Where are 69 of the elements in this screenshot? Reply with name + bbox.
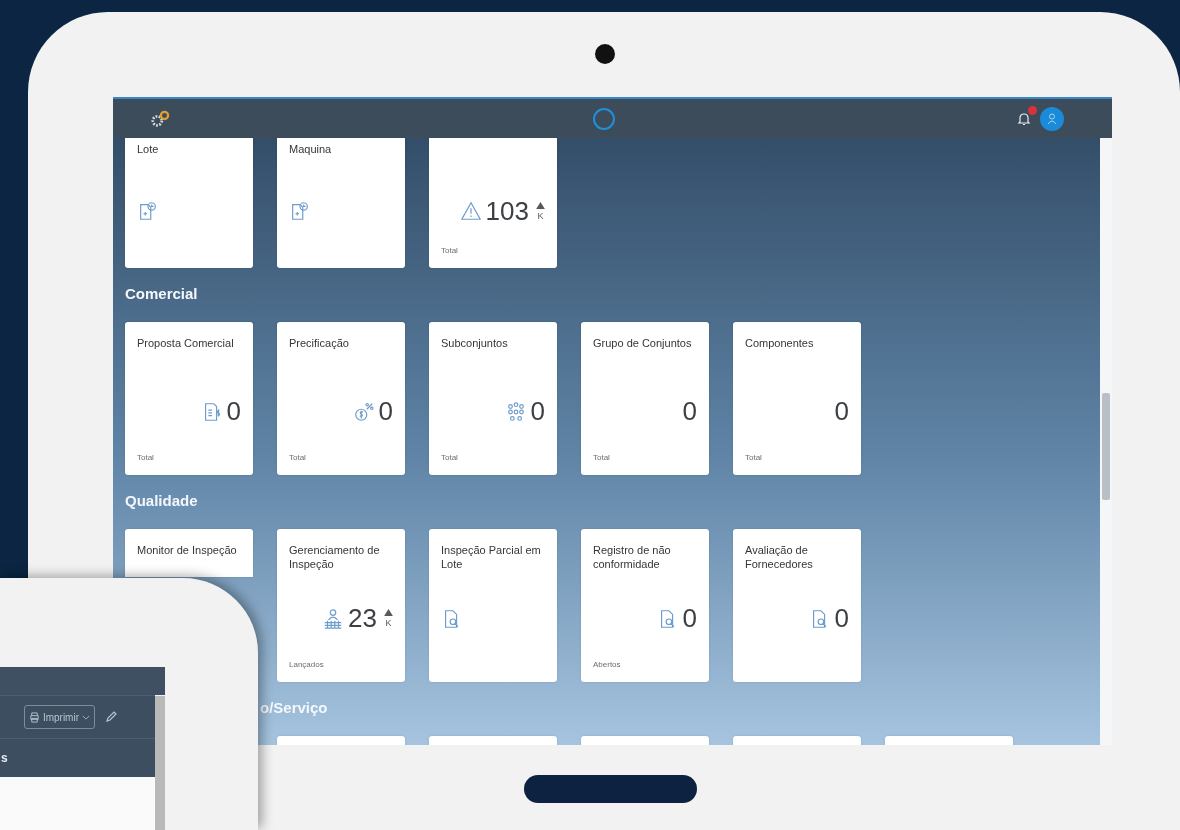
tile-footer: Total [441,453,458,462]
scrollbar-thumb[interactable] [1102,393,1110,500]
tile-number: 23 [348,603,377,634]
camera-dot [595,44,615,64]
tile-number: 0 [378,396,393,427]
section-heading: Comercial [125,284,198,302]
tile[interactable]: Componentes 0 Total [733,322,861,475]
tile-number: 0 [226,396,241,427]
tile[interactable] [277,736,405,745]
gear-logo-icon[interactable] [149,109,171,128]
tile[interactable]: Gerenciamento de Inspeção 23 K Lançados [277,529,405,682]
caret-icon [82,714,90,720]
section-heading: Qualidade [125,491,198,509]
tile-number: 0 [682,396,697,427]
tile[interactable]: Inspeção Parcial em Lote [429,529,557,682]
tile[interactable] [429,736,557,745]
tile-footer: Total [593,453,610,462]
tile[interactable]: Lote [125,138,253,268]
tile[interactable] [581,736,709,745]
tile-number: 103 [485,195,529,227]
tile-footer: Total [289,453,306,462]
tile[interactable]: Registro de não conformidade 0 Abertos [581,529,709,682]
scrollbar[interactable] [155,696,165,830]
tile-title: Componentes [745,337,814,349]
printer-icon [28,711,40,723]
warning-icon [459,200,482,222]
document-clock-icon [137,200,159,222]
document-clock-icon [289,200,311,222]
tile-title: Subconjuntos [441,337,508,349]
tile-title: Monitor de Inspeção [137,544,237,556]
circle-icon[interactable] [591,106,616,131]
tile[interactable]: Maquina [277,138,405,268]
tile-number: 0 [530,396,545,427]
tile[interactable]: Avaliação de Fornecedores 0 [733,529,861,682]
scrollbar[interactable] [1100,138,1112,745]
tile-title: Avaliação de Fornecedores [745,544,813,571]
tile[interactable]: Subconjuntos 0 Total [429,322,557,475]
tile-title: Proposta Comercial [137,337,234,349]
tile[interactable]: Precificação 0 Total [277,322,405,475]
print-button[interactable]: Imprimir [23,705,95,729]
tile-title: Grupo de Conjuntos [593,337,692,349]
section-heading: o/Serviço [260,698,328,716]
tile-unit: K [385,618,392,628]
tile[interactable]: 103 K Total [429,138,557,268]
tile-footer: Total [441,246,458,255]
tile[interactable]: Proposta Comercial 0 Total [125,322,253,475]
tile[interactable]: Monitor de Inspeção [125,529,253,577]
tile-number: 0 [682,603,697,634]
tile[interactable] [885,736,1013,745]
list-header-text: s [1,751,8,765]
avatar-icon[interactable] [1040,106,1064,131]
tile-title: Lote [137,143,159,155]
tile-number: 0 [834,396,849,427]
home-button[interactable] [524,775,697,803]
tile-unit: K [537,210,544,221]
tile-number: 0 [834,603,849,634]
tile-title: Gerenciamento de Inspeção [289,544,380,571]
tile-footer: Abertos [593,660,621,669]
tile-footer: Lançados [289,660,324,669]
tile-title: Inspeção Parcial em Lote [441,544,541,571]
notification-bell-icon[interactable] [1016,110,1032,127]
pencil-icon[interactable] [105,711,117,723]
tile-footer: Total [137,453,154,462]
tile-title: Registro de não conformidade [593,544,671,571]
tile[interactable]: Grupo de Conjuntos 0 Total [581,322,709,475]
tile-footer: Total [745,453,762,462]
tile[interactable] [733,736,861,745]
tile-title: Precificação [289,337,349,349]
tile-title: Maquina [289,143,332,155]
